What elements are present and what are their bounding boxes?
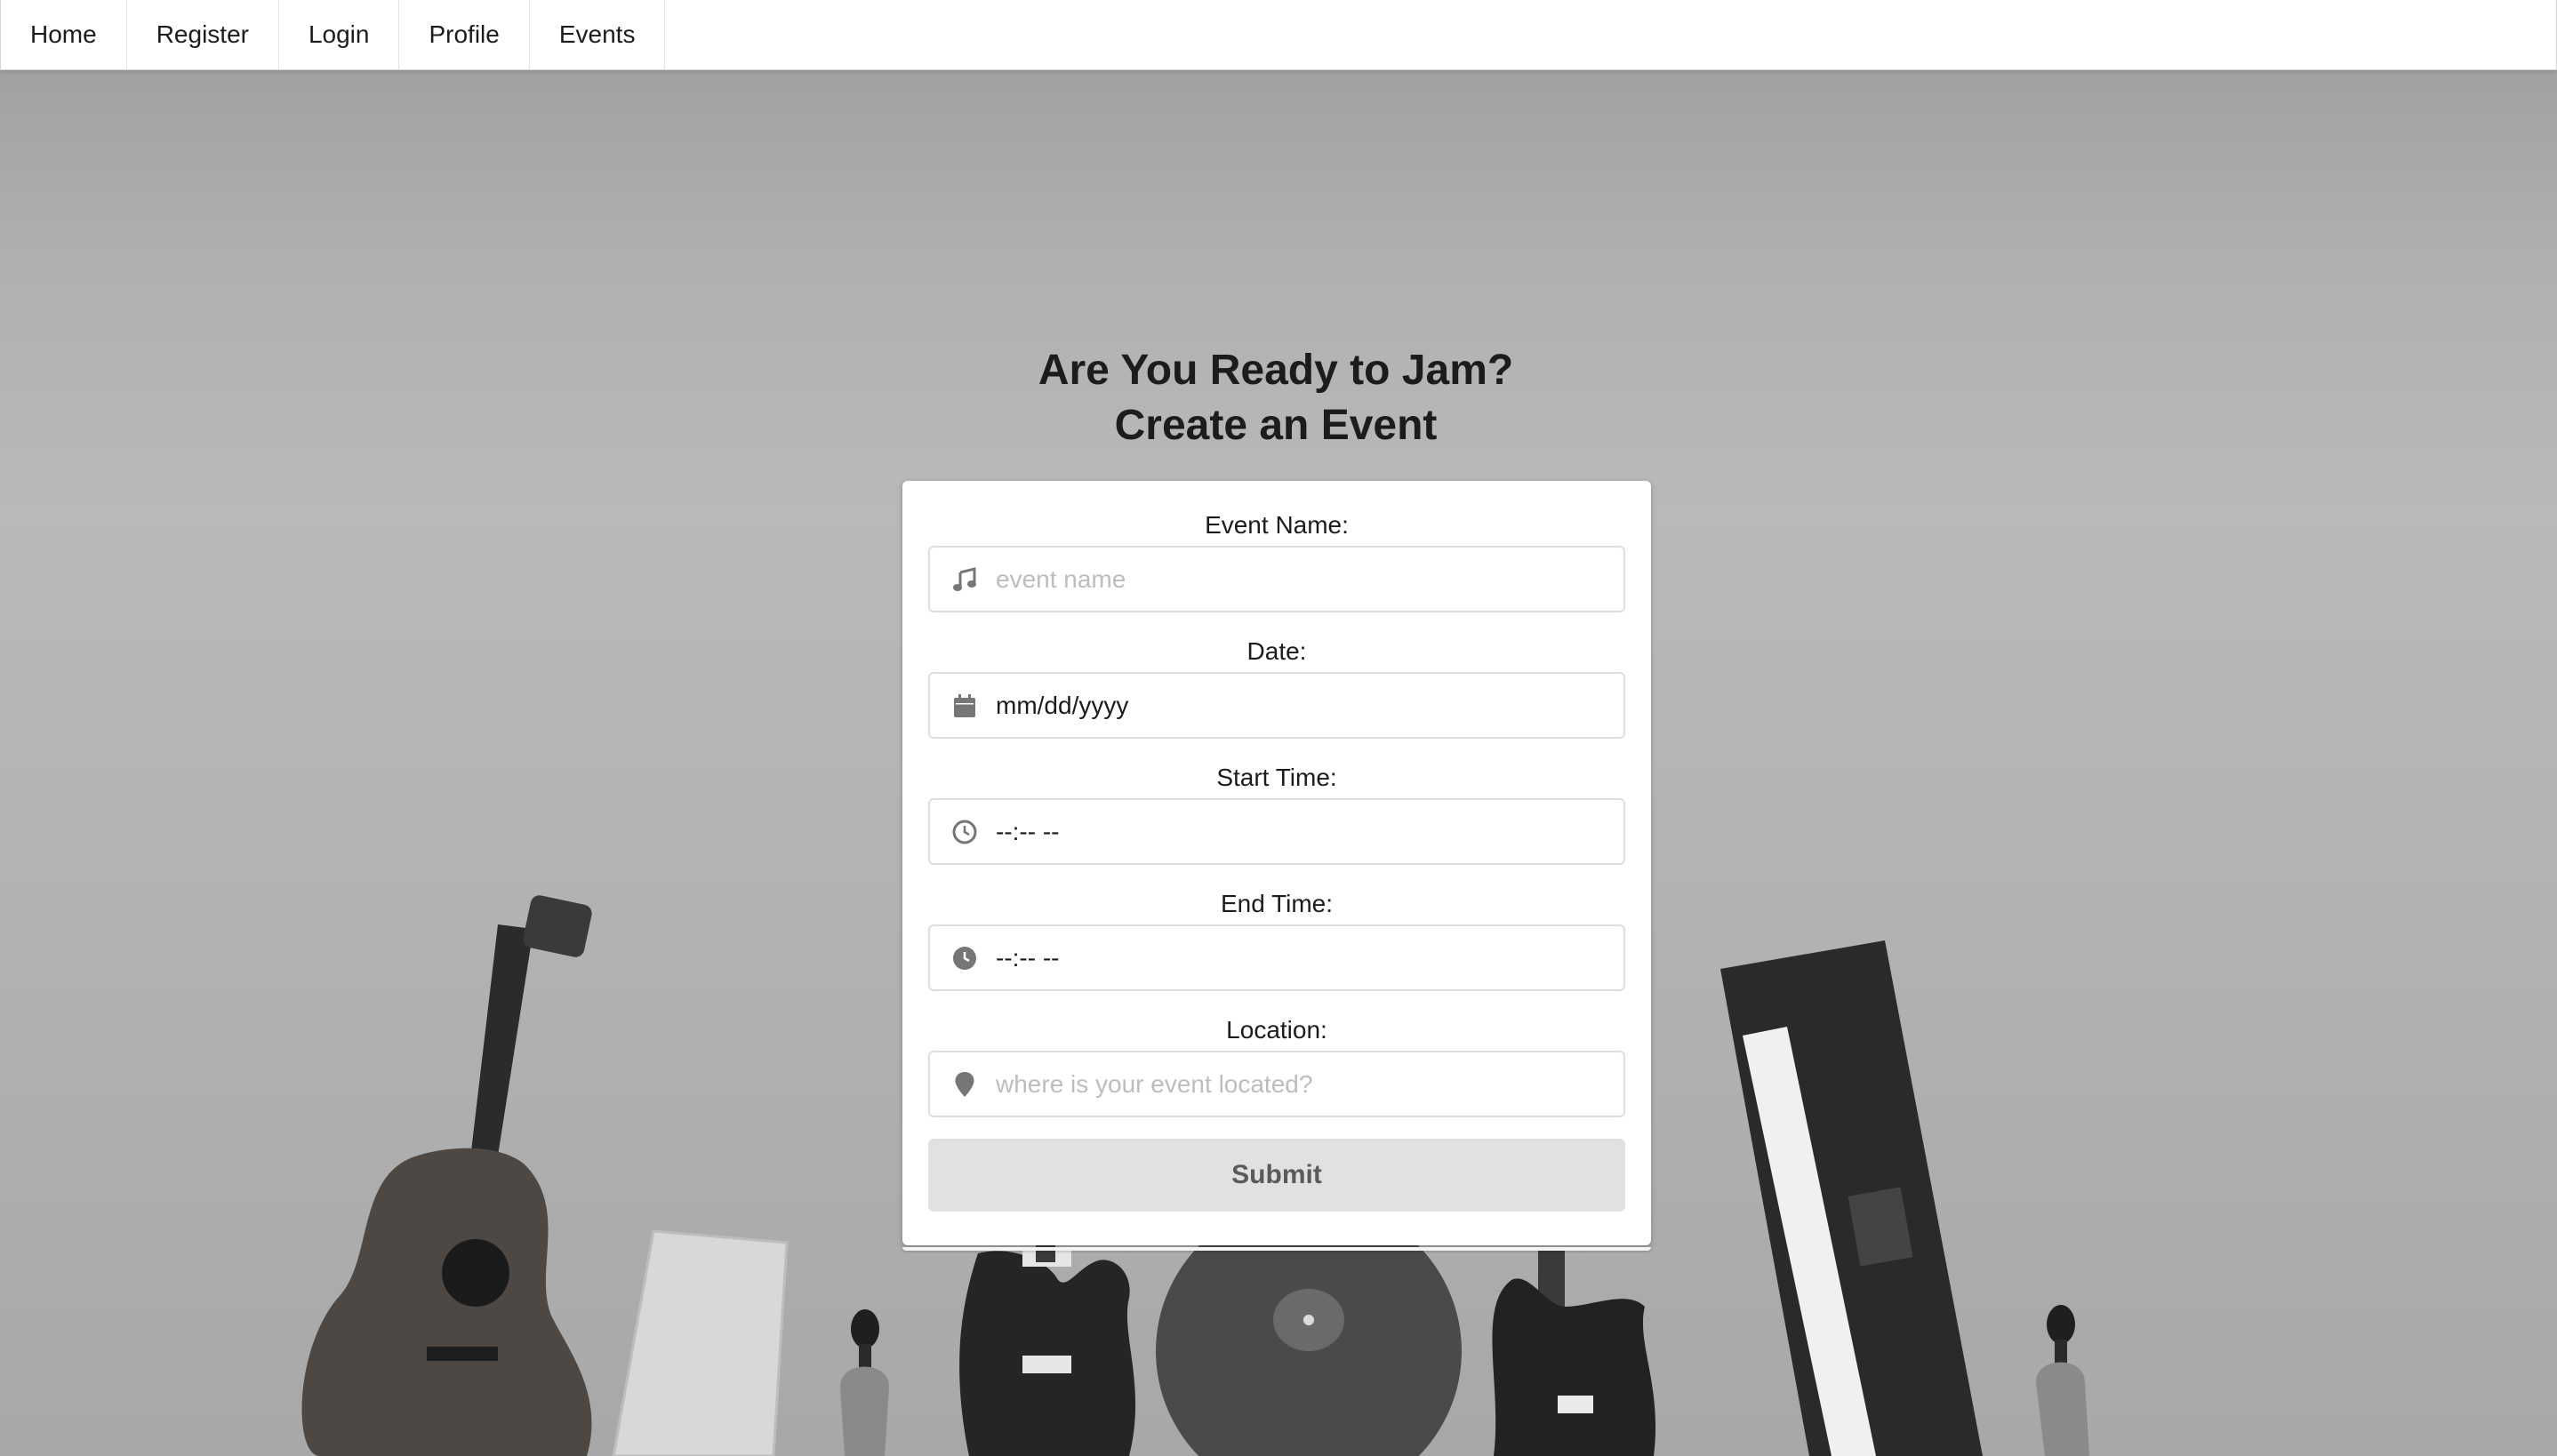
laptop-icon: [612, 1229, 789, 1456]
date-input-box: [928, 672, 1625, 739]
bass-guitar-icon: [1492, 1249, 1656, 1456]
nav-home[interactable]: Home: [1, 0, 127, 69]
submit-button[interactable]: Submit: [928, 1139, 1625, 1212]
clock-outline-icon: [951, 819, 978, 845]
music-note-icon: [951, 566, 978, 593]
clock-filled-icon: [951, 945, 978, 972]
create-event-form: Event Name: Date:: [902, 481, 1651, 1251]
nav-login[interactable]: Login: [279, 0, 400, 69]
start-time-input[interactable]: [996, 804, 1600, 859]
event-name-label: Event Name:: [1205, 511, 1349, 539]
event-name-input-box: [928, 546, 1625, 612]
end-time-label: End Time:: [1220, 890, 1334, 917]
nav-profile[interactable]: Profile: [399, 0, 530, 69]
keyboard-synth-icon: [1720, 940, 1983, 1456]
map-marker-icon: [951, 1071, 978, 1098]
event-name-input[interactable]: [996, 552, 1600, 606]
calendar-icon: [951, 692, 978, 719]
microphone-left-icon: [840, 1309, 889, 1456]
page-heading: Are You Ready to Jam? Create an Event: [0, 343, 2552, 453]
microphone-right-icon: [2036, 1305, 2089, 1456]
end-time-input[interactable]: [996, 931, 1600, 985]
electric-guitar-icon: [959, 1244, 1136, 1456]
date-input[interactable]: [996, 678, 1600, 732]
event-name-field: Event Name:: [928, 510, 1625, 612]
end-time-field: End Time:: [928, 889, 1625, 991]
date-field: Date:: [928, 636, 1625, 739]
location-field: Location:: [928, 1015, 1625, 1117]
nav-events[interactable]: Events: [530, 0, 666, 69]
date-label: Date:: [1246, 637, 1307, 665]
start-time-field: Start Time:: [928, 763, 1625, 865]
acoustic-guitar-icon: [301, 895, 592, 1456]
heading-line-2: Create an Event: [1114, 402, 1438, 449]
location-input-box: [928, 1051, 1625, 1117]
top-navbar: Home Register Login Profile Events: [0, 0, 2557, 70]
start-time-label: Start Time:: [1216, 764, 1337, 791]
heading-line-1: Are You Ready to Jam?: [1038, 347, 1514, 394]
start-time-input-box: [928, 798, 1625, 865]
location-label: Location:: [1226, 1016, 1327, 1044]
nav-register[interactable]: Register: [127, 0, 279, 69]
end-time-input-box: [928, 924, 1625, 991]
location-input[interactable]: [996, 1057, 1600, 1111]
